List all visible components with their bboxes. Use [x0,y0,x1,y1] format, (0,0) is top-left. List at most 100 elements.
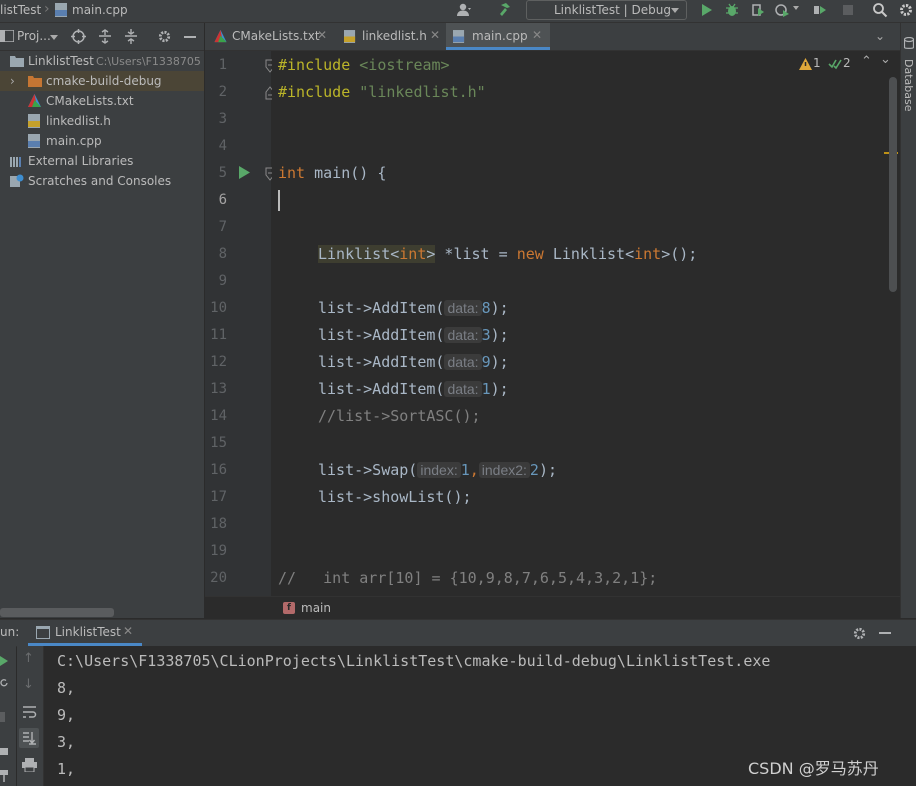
text-caret [278,190,280,211]
line-number: 13 [210,381,227,397]
tree-item-label: CMakeLists.txt [46,94,134,108]
refresh-icon[interactable] [0,678,8,688]
expand-all-icon[interactable] [98,29,112,44]
close-icon[interactable]: ✕ [317,28,327,42]
line-number: 12 [210,354,227,370]
code-line-12: list->AddItem(data: 9); [318,353,509,371]
run-panel-header: un: LinklistTest ✕ [0,619,916,647]
profile-icon[interactable] [774,2,790,18]
close-icon[interactable]: ✕ [532,28,542,42]
collapse-all-icon[interactable] [124,29,138,44]
scroll-to-end-icon [23,732,36,745]
code-line-20: // int arr[10] = {10,9,8,7,6,5,4,3,2,1}; [278,569,658,587]
function-icon: f [283,602,295,614]
tree-item-main-cpp[interactable]: main.cpp [0,131,204,151]
chevron-down-icon [671,8,679,13]
tree-item-cmake-build-debug[interactable]: › cmake-build-debug [0,71,204,91]
line-number: 6 [218,192,227,208]
line-number: 17 [210,489,227,505]
parameter-hint: data: [444,381,482,397]
tree-item-linkedlist-h[interactable]: linkedlist.h [0,111,204,131]
parameter-hint: index: [417,462,461,478]
parameter-hint: index2: [478,462,530,478]
code-line-16: list->Swap(index: 1, index2: 2); [318,461,558,479]
cpp-file-icon [28,134,40,148]
tab-list-dropdown-icon[interactable]: ⌄ [875,29,885,43]
stop-icon[interactable] [840,2,856,18]
user-icon[interactable] [456,2,472,18]
chevron-down-icon[interactable]: ⌄ [880,52,891,67]
tab-main-cpp[interactable]: main.cpp ✕ [446,23,550,50]
folder-icon [10,56,24,67]
chevron-right-icon[interactable]: › [10,74,15,88]
console-actions: ↑ ↓ [17,646,44,786]
editor-gutter: 1 2 3 4 5 6 7 8 9 10 11 12 13 14 15 16 1… [205,51,275,596]
close-icon[interactable]: ✕ [123,624,133,638]
line-number: 7 [218,219,227,235]
line-number: 10 [210,300,227,316]
locate-file-icon[interactable] [71,29,86,44]
rerun-icon[interactable] [0,656,8,666]
breadcrumb-function[interactable]: main [301,601,331,615]
chevron-down-icon[interactable] [50,35,58,40]
code-line-14: //list->SortASC(); [318,407,481,425]
check-count[interactable]: 2 [843,56,851,70]
profile-dropdown-icon[interactable] [793,6,799,10]
scroll-to-end-button[interactable] [19,728,39,748]
soft-wrap-icon[interactable] [22,705,37,719]
camera-icon[interactable] [0,745,8,757]
code-editor[interactable]: #include <iostream> #include "linkedlist… [272,51,900,596]
settings-gear-icon[interactable] [852,626,867,641]
breadcrumb-file[interactable]: main.cpp [72,3,128,17]
console-line: 1, [57,760,76,778]
tree-item-root[interactable]: LinklistTest C:\Users\F1338705 [0,51,204,71]
project-view-selector[interactable]: Proj... [17,29,51,43]
tree-item-cmakelists[interactable]: CMakeLists.txt [0,91,204,111]
header-file-icon [28,114,40,128]
warning-count[interactable]: 1 [813,56,821,70]
run-icon[interactable] [698,2,714,18]
settings-gear-icon[interactable] [157,29,172,44]
horizontal-scrollbar[interactable] [0,608,114,617]
close-icon[interactable]: ✕ [430,28,440,42]
tree-item-label: main.cpp [46,134,102,148]
tree-item-external-libraries[interactable]: External Libraries [0,151,204,171]
tab-linkedlist-h[interactable]: linkedlist.h ✕ [335,23,445,50]
run-tab-label[interactable]: LinklistTest [55,625,121,639]
pin-icon[interactable] [0,770,8,782]
build-hammer-icon[interactable] [498,2,514,18]
code-line-13: list->AddItem(data: 1); [318,380,509,398]
arrow-up-icon[interactable]: ↑ [23,651,34,666]
chevron-up-icon[interactable]: ⌃ [861,54,872,69]
tree-item-label: linkedlist.h [46,114,111,128]
vertical-scrollbar[interactable] [889,77,897,292]
parameter-hint: data: [444,354,482,370]
code-line-1: #include <iostream> [278,56,450,74]
tab-cmakelists[interactable]: CMakeLists.txt ✕ [205,23,331,50]
run-configuration-selector[interactable]: LinklistTest | Debug [526,0,687,20]
database-tool-label[interactable]: Database [902,59,915,112]
stop-icon[interactable] [0,712,5,722]
database-tool-strip: Database [900,23,916,618]
run-gutter-icon[interactable] [238,166,250,179]
breadcrumb-project[interactable]: listTest [0,3,41,17]
search-icon[interactable] [872,2,888,18]
arrow-down-icon[interactable]: ↓ [23,677,34,692]
attach-process-icon[interactable] [812,2,828,18]
console-line: 3, [57,733,76,751]
line-number: 20 [210,570,227,586]
hide-panel-icon[interactable] [879,632,891,634]
tab-label: linkedlist.h [362,29,427,43]
line-number: 1 [218,57,227,73]
parameter-hint: data: [444,300,482,316]
print-icon[interactable] [22,758,37,772]
tree-item-scratches[interactable]: Scratches and Consoles [0,171,204,191]
run-with-coverage-icon[interactable] [750,2,766,18]
parameter-hint: data: [444,327,482,343]
settings-gear-icon[interactable] [898,2,914,18]
line-number: 5 [218,165,227,181]
hide-panel-icon[interactable] [184,36,196,38]
warning-icon[interactable] [799,58,812,70]
check-icon[interactable] [828,58,842,70]
debug-icon[interactable] [724,2,740,18]
